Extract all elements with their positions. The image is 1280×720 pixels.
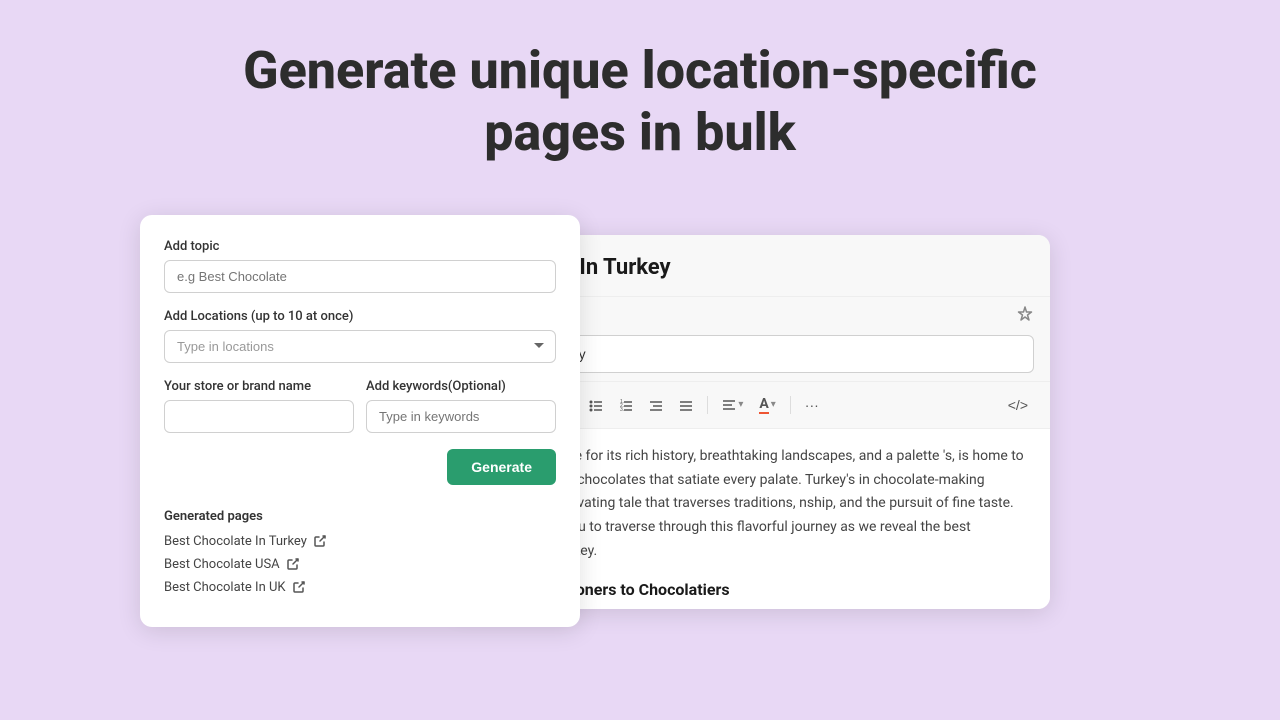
- more-options-button[interactable]: ···: [799, 393, 825, 417]
- external-link-icon-1: [313, 534, 327, 548]
- magic-icon[interactable]: [1016, 305, 1034, 327]
- topic-input[interactable]: [164, 260, 556, 293]
- external-link-icon-2: [286, 557, 300, 571]
- generated-pages-title: Generated pages: [164, 509, 556, 524]
- external-link-icon-3: [292, 580, 306, 594]
- brand-label: Your store or brand name: [164, 379, 354, 394]
- toolbar-separator-3: [790, 396, 791, 414]
- generate-button[interactable]: Generate: [447, 449, 556, 485]
- hero-title: Generate unique location-specific pages …: [243, 40, 1037, 165]
- brand-input[interactable]: [164, 400, 354, 433]
- align-dropdown[interactable]: ▾: [716, 394, 749, 416]
- list-item[interactable]: Best Chocolate USA: [164, 557, 556, 572]
- topic-field-group: Add topic: [164, 239, 556, 309]
- bullet-list-button[interactable]: [583, 394, 609, 416]
- page-link-label-1: Best Chocolate In Turkey: [164, 534, 307, 549]
- list-item[interactable]: Best Chocolate In Turkey: [164, 534, 556, 549]
- indent-button[interactable]: [673, 394, 699, 416]
- outdent-button[interactable]: [643, 394, 669, 416]
- toolbar-separator-2: [707, 396, 708, 414]
- color-dropdown[interactable]: A ▾: [753, 392, 781, 418]
- generate-row: Generate: [164, 449, 556, 501]
- topic-label: Add topic: [164, 239, 556, 254]
- keywords-field-group: Add keywords(Optional): [366, 379, 556, 433]
- ui-panels: Add topic Add Locations (up to 10 at onc…: [140, 215, 1140, 635]
- align-chevron-icon: ▾: [738, 399, 743, 410]
- ordered-list-button[interactable]: 1.2.3.: [613, 394, 639, 416]
- color-chevron-icon: ▾: [771, 399, 776, 410]
- keywords-input[interactable]: [366, 400, 556, 433]
- locations-label: Add Locations (up to 10 at once): [164, 309, 556, 324]
- page-link-label-2: Best Chocolate USA: [164, 557, 280, 572]
- color-icon: A: [759, 396, 768, 414]
- brand-field-group: Your store or brand name: [164, 379, 354, 433]
- locations-field-group: Add Locations (up to 10 at once) Type in…: [164, 309, 556, 379]
- left-panel: Add topic Add Locations (up to 10 at onc…: [140, 215, 580, 627]
- locations-select[interactable]: Type in locations: [164, 330, 556, 363]
- keywords-label: Add keywords(Optional): [366, 379, 556, 394]
- page-link-label-3: Best Chocolate In UK: [164, 580, 286, 595]
- generated-pages-section: Generated pages Best Chocolate In Turkey…: [164, 509, 556, 595]
- list-item[interactable]: Best Chocolate In UK: [164, 580, 556, 595]
- svg-text:3.: 3.: [620, 407, 624, 412]
- code-view-button[interactable]: </>: [1002, 393, 1034, 417]
- brand-keywords-row: Your store or brand name Add keywords(Op…: [164, 379, 556, 433]
